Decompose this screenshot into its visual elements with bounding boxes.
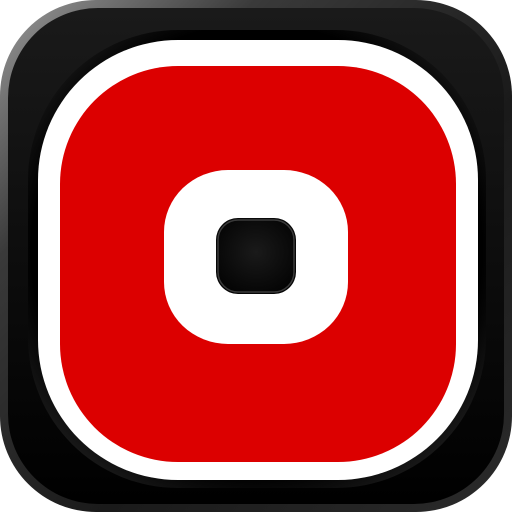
record-app-icon[interactable]	[0, 0, 512, 512]
center-hole	[216, 218, 296, 294]
app-icon-canvas	[0, 0, 512, 512]
record-icon	[0, 0, 512, 512]
